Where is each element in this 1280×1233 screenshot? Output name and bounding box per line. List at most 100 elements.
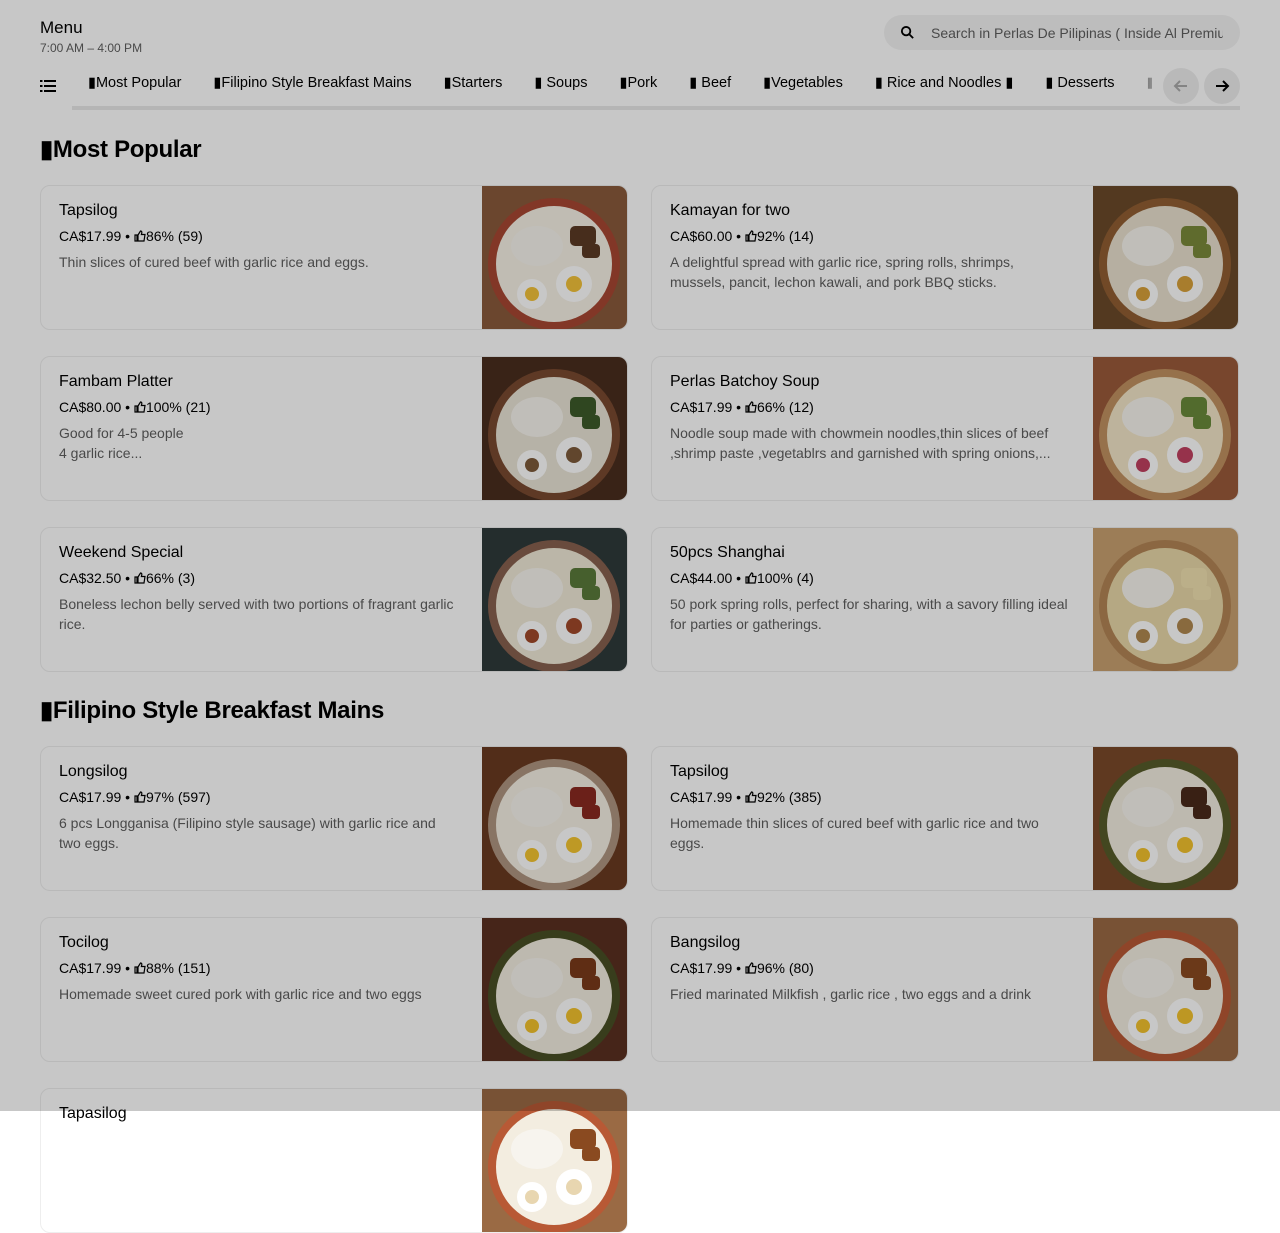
meta-separator: • (121, 228, 134, 244)
dish-photo[interactable] (1093, 186, 1238, 330)
category-tabbar: ▮Most Popular ▮Filipino Style Breakfast M… (0, 64, 1280, 112)
category-list-icon[interactable] (40, 79, 56, 93)
menu-item-card[interactable]: Fambam Platter CA$80.00 • 100% (21) Good f… (40, 356, 628, 501)
item-rating: 97% (597) (145, 789, 211, 805)
meta-separator: • (121, 789, 134, 805)
item-name: Tapsilog (59, 202, 118, 219)
tab-item[interactable]: ▮ Desserts (1029, 64, 1130, 104)
category-tabs: ▮Most Popular ▮Filipino Style Breakfast M… (72, 64, 1152, 112)
item-description: 50 pork spring rolls, perfect for sharin… (670, 596, 1068, 632)
item-meta: CA$17.99 • 92% (385) (670, 789, 822, 805)
item-meta: CA$17.99 • 66% (12) (670, 399, 814, 415)
dish-photo[interactable] (1093, 528, 1238, 672)
item-price: CA$17.99 (670, 789, 733, 805)
tab-item[interactable]: ▮ Soups (518, 64, 603, 104)
tabs-next-button[interactable] (1204, 68, 1240, 104)
tab-item[interactable]: ▮Vegetables (747, 64, 859, 104)
thumbs-up-icon (134, 962, 146, 974)
thumbs-up-icon (745, 572, 757, 584)
tab-item[interactable]: ▮ Rice and Noodles ▮ (859, 64, 1029, 104)
menu-page: Menu 7:00 AM – 4:00 PM ▮Most Popular▮Fil… (0, 0, 1280, 1233)
item-name: Fambam Platter (59, 373, 173, 390)
item-price: CA$17.99 (59, 789, 122, 805)
item-meta: CA$60.00 • 92% (14) (670, 228, 814, 244)
menu-item-card[interactable]: Bangsilog CA$17.99 • 96% (80) Fried marina… (651, 917, 1239, 1062)
menu-item-card[interactable]: Kamayan for two CA$60.00 • 92% (14) A deli… (651, 185, 1239, 330)
arrow-right-icon (1216, 80, 1230, 92)
item-rating: 100% (21) (145, 399, 211, 415)
item-description: Noodle soup made with chowmein noodles,t… (670, 425, 1051, 461)
meta-separator: • (732, 789, 745, 805)
item-price: CA$60.00 (670, 228, 733, 244)
item-description: Fried marinated Milkfish , garlic rice ,… (670, 986, 1032, 1002)
item-description: Homemade sweet cured pork with garlic ri… (59, 986, 422, 1002)
meta-separator: • (121, 960, 134, 976)
tab-item[interactable]: ▮Pork (603, 64, 673, 104)
meta-separator: • (732, 960, 745, 976)
item-description: Boneless lechon belly served with two po… (59, 596, 454, 632)
item-price: CA$17.99 (670, 399, 733, 415)
item-name: Kamayan for two (670, 202, 791, 219)
menu-item-card[interactable]: Tocilog CA$17.99 • 88% (151) Homemade swee… (40, 917, 628, 1062)
item-rating: 86% (59) (145, 228, 203, 244)
thumbs-up-icon (134, 791, 146, 803)
dish-photo[interactable] (482, 357, 627, 501)
item-rating: 66% (12) (756, 399, 814, 415)
dish-photo[interactable] (482, 528, 627, 672)
item-price: CA$17.99 (670, 960, 733, 976)
item-meta: CA$80.00 • 100% (21) (59, 399, 211, 415)
menu-item-card[interactable]: 50pcs Shanghai CA$44.00 • 100% (4) 50 pork… (651, 527, 1239, 672)
dish-photo[interactable] (482, 747, 627, 891)
item-price: CA$44.00 (670, 570, 733, 586)
section-title: ▮Most Popular (40, 136, 202, 163)
item-description: A delightful spread with garlic rice, sp… (670, 254, 1014, 290)
meta-separator: • (732, 570, 745, 586)
thumbs-up-icon (745, 791, 757, 803)
search-bar[interactable] (884, 15, 1240, 50)
menu-item-card[interactable]: Longsilog CA$17.99 • 97% (597) 6 pcs Longg… (40, 746, 628, 891)
tab-item[interactable]: ▮Filipino Style Breakfast Mains (197, 64, 427, 104)
dish-photo[interactable] (1093, 357, 1238, 501)
menu-item-card[interactable]: Perlas Batchoy Soup CA$17.99 • 66% (12) No… (651, 356, 1239, 501)
item-price: CA$17.99 (59, 960, 122, 976)
item-price: CA$17.99 (59, 228, 122, 244)
dish-photo[interactable] (1093, 747, 1238, 891)
item-rating: 66% (3) (145, 570, 195, 586)
dish-photo[interactable] (482, 186, 627, 330)
search-input[interactable] (931, 15, 1223, 50)
item-description: Thin slices of cured beef with garlic ri… (59, 254, 369, 270)
tab-item[interactable]: ▮Starters (428, 64, 519, 104)
tabs-prev-button[interactable] (1163, 68, 1199, 104)
item-description: 6 pcs Longganisa (Filipino style sausage… (59, 815, 436, 851)
item-rating: 88% (151) (145, 960, 211, 976)
meta-separator: • (732, 228, 745, 244)
menu-item-card[interactable]: Tapsilog CA$17.99 • 92% (385) Homemade thi… (651, 746, 1239, 891)
menu-item-card[interactable]: Tapsilog CA$17.99 • 86% (59) Thin slices o… (40, 185, 628, 330)
item-rating: 92% (14) (756, 228, 814, 244)
arrow-left-icon (1173, 80, 1187, 92)
item-name: Bangsilog (670, 934, 741, 951)
tab-item[interactable]: ▮ Beef (673, 64, 747, 104)
item-name: Perlas Batchoy Soup (670, 373, 820, 390)
menu-item-card[interactable]: Weekend Special CA$32.50 • 66% (3) Boneles… (40, 527, 628, 672)
item-rating: 92% (385) (756, 789, 822, 805)
dish-photo[interactable] (482, 918, 627, 1062)
tab-item[interactable]: ▮Most Popular (72, 64, 198, 110)
meta-separator: • (121, 570, 134, 586)
item-rating: 100% (4) (756, 570, 814, 586)
thumbs-up-icon (134, 572, 146, 584)
meta-separator: • (732, 399, 745, 415)
item-meta: CA$17.99 • 86% (59) (59, 228, 203, 244)
meta-separator: • (121, 399, 134, 415)
tab-underline-track (72, 106, 1240, 110)
thumbs-up-icon (745, 230, 757, 242)
item-meta: CA$17.99 • 96% (80) (670, 960, 814, 976)
menu-item-card[interactable]: Tapasilog (40, 1088, 628, 1233)
item-rating: 96% (80) (756, 960, 814, 976)
store-hours: 7:00 AM – 4:00 PM (40, 41, 143, 55)
item-meta: CA$17.99 • 97% (597) (59, 789, 211, 805)
search-icon (900, 25, 914, 39)
item-meta: CA$17.99 • 88% (151) (59, 960, 211, 976)
dish-photo[interactable] (1093, 918, 1238, 1062)
item-description: Good for 4-5 people 4 garlic rice... (59, 425, 184, 461)
